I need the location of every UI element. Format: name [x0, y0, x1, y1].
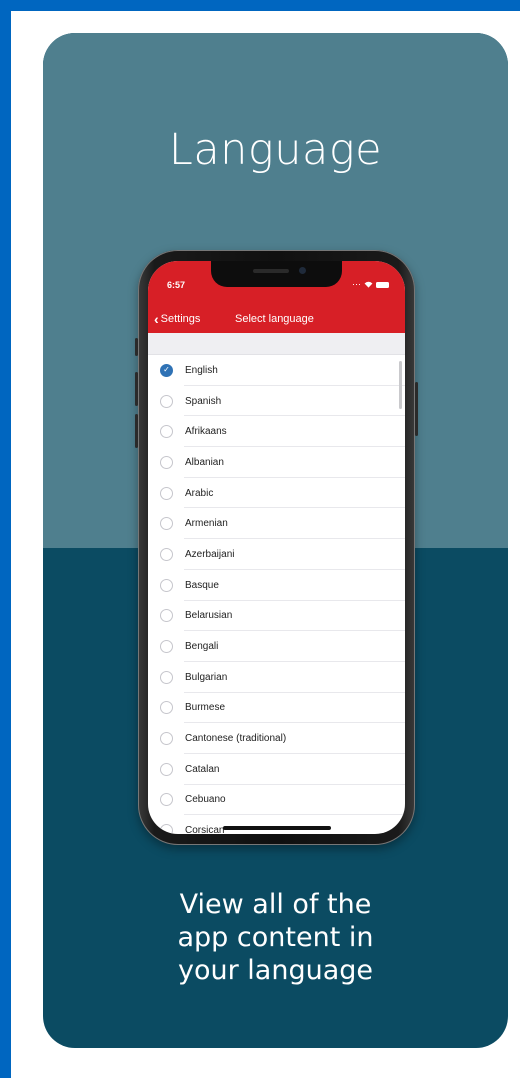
language-option-albanian[interactable]: Albanian: [148, 447, 405, 478]
checkmark-icon: ✓: [163, 365, 170, 375]
radio-unchecked-icon[interactable]: [160, 578, 173, 592]
language-option-label: Basque: [185, 579, 219, 591]
language-option-azerbaijani[interactable]: Azerbaijani: [148, 539, 405, 570]
back-button[interactable]: ‹ Settings: [154, 311, 201, 327]
language-option-label: Catalan: [185, 763, 220, 775]
promo-card: Language 6:57 ⋯ ‹ Settings Select langua…: [43, 33, 508, 1048]
language-option-afrikaans[interactable]: Afrikaans: [148, 416, 405, 447]
language-option-bengali[interactable]: Bengali: [148, 631, 405, 662]
language-option-burmese[interactable]: Burmese: [148, 693, 405, 724]
language-option-arabic[interactable]: Arabic: [148, 478, 405, 509]
nav-title: Select language: [235, 313, 314, 325]
radio-unchecked-icon[interactable]: [160, 732, 173, 746]
list-header-spacer: [148, 333, 405, 355]
language-list: ✓ English Spanish Afrikaans Albanian Arabic Ar…: [148, 355, 405, 834]
phone-mockup: 6:57 ⋯ ‹ Settings Select language ✓ Engl…: [135, 250, 418, 845]
battery-icon: [376, 281, 389, 288]
phone-screen: 6:57 ⋯ ‹ Settings Select language ✓ Engl…: [148, 261, 405, 834]
promo-headline: Language: [168, 125, 383, 175]
language-option-label: Cantonese (traditional): [185, 733, 287, 745]
promo-caption: View all of the app content in your lang…: [43, 888, 508, 987]
promo-caption-line: View all of the: [179, 889, 372, 920]
promo-caption-line: app content in: [177, 922, 374, 953]
radio-unchecked-icon[interactable]: [160, 394, 173, 408]
language-option-basque[interactable]: Basque: [148, 570, 405, 601]
status-time: 6:57: [167, 280, 186, 290]
language-option-armenian[interactable]: Armenian: [148, 508, 405, 539]
language-option-bulgarian[interactable]: Bulgarian: [148, 662, 405, 693]
scrollbar[interactable]: [399, 361, 402, 409]
language-option-spanish[interactable]: Spanish: [148, 386, 405, 417]
phone-volume-up: [135, 372, 138, 406]
language-option-label: Arabic: [185, 487, 214, 499]
language-option-label: English: [185, 364, 218, 376]
language-option-belarusian[interactable]: Belarusian: [148, 601, 405, 632]
radio-unchecked-icon[interactable]: [160, 486, 173, 500]
wifi-icon: [364, 281, 373, 288]
language-option-label: Cebuano: [185, 794, 226, 806]
radio-unchecked-icon[interactable]: [160, 455, 173, 469]
chevron-left-icon: ‹: [154, 311, 159, 327]
language-option-catalan[interactable]: Catalan: [148, 754, 405, 785]
home-indicator[interactable]: [223, 826, 331, 830]
language-option-label: Corsican: [185, 825, 225, 834]
radio-unchecked-icon[interactable]: [160, 670, 173, 684]
signal-icon: ⋯: [352, 279, 361, 289]
language-option-label: Burmese: [185, 702, 226, 714]
radio-unchecked-icon[interactable]: [160, 701, 173, 715]
language-option-label: Bulgarian: [185, 671, 228, 683]
radio-unchecked-icon[interactable]: [160, 762, 173, 776]
language-option-label: Azerbaijani: [185, 548, 235, 560]
status-icons: ⋯: [352, 279, 389, 290]
language-option-label: Afrikaans: [185, 426, 227, 438]
phone-volume-down: [135, 414, 138, 448]
speaker-grille: [253, 269, 289, 273]
radio-unchecked-icon[interactable]: [160, 824, 173, 834]
radio-unchecked-icon[interactable]: [160, 517, 173, 531]
back-button-label: Settings: [160, 313, 201, 325]
phone-silent-switch: [135, 338, 138, 356]
language-option-label: Armenian: [185, 518, 228, 530]
language-option-label: Bengali: [185, 641, 219, 653]
radio-checked-icon[interactable]: ✓: [160, 363, 173, 377]
screenshot-frame: Language 6:57 ⋯ ‹ Settings Select langua…: [11, 11, 520, 1078]
language-option-english[interactable]: ✓ English: [148, 355, 405, 386]
radio-unchecked-icon[interactable]: [160, 425, 173, 439]
radio-unchecked-icon[interactable]: [160, 793, 173, 807]
promo-caption-line: your language: [178, 955, 373, 986]
language-option-cantonese-traditional[interactable]: Cantonese (traditional): [148, 723, 405, 754]
language-option-corsican[interactable]: Corsican: [148, 815, 405, 834]
radio-unchecked-icon[interactable]: [160, 547, 173, 561]
radio-unchecked-icon[interactable]: [160, 640, 173, 654]
language-option-cebuano[interactable]: Cebuano: [148, 785, 405, 816]
front-camera: [299, 267, 306, 274]
language-option-label: Albanian: [185, 456, 224, 468]
phone-power-button: [415, 382, 418, 436]
language-option-label: Belarusian: [185, 610, 233, 622]
phone-notch: [211, 261, 342, 287]
radio-unchecked-icon[interactable]: [160, 609, 173, 623]
language-option-label: Spanish: [185, 395, 222, 407]
